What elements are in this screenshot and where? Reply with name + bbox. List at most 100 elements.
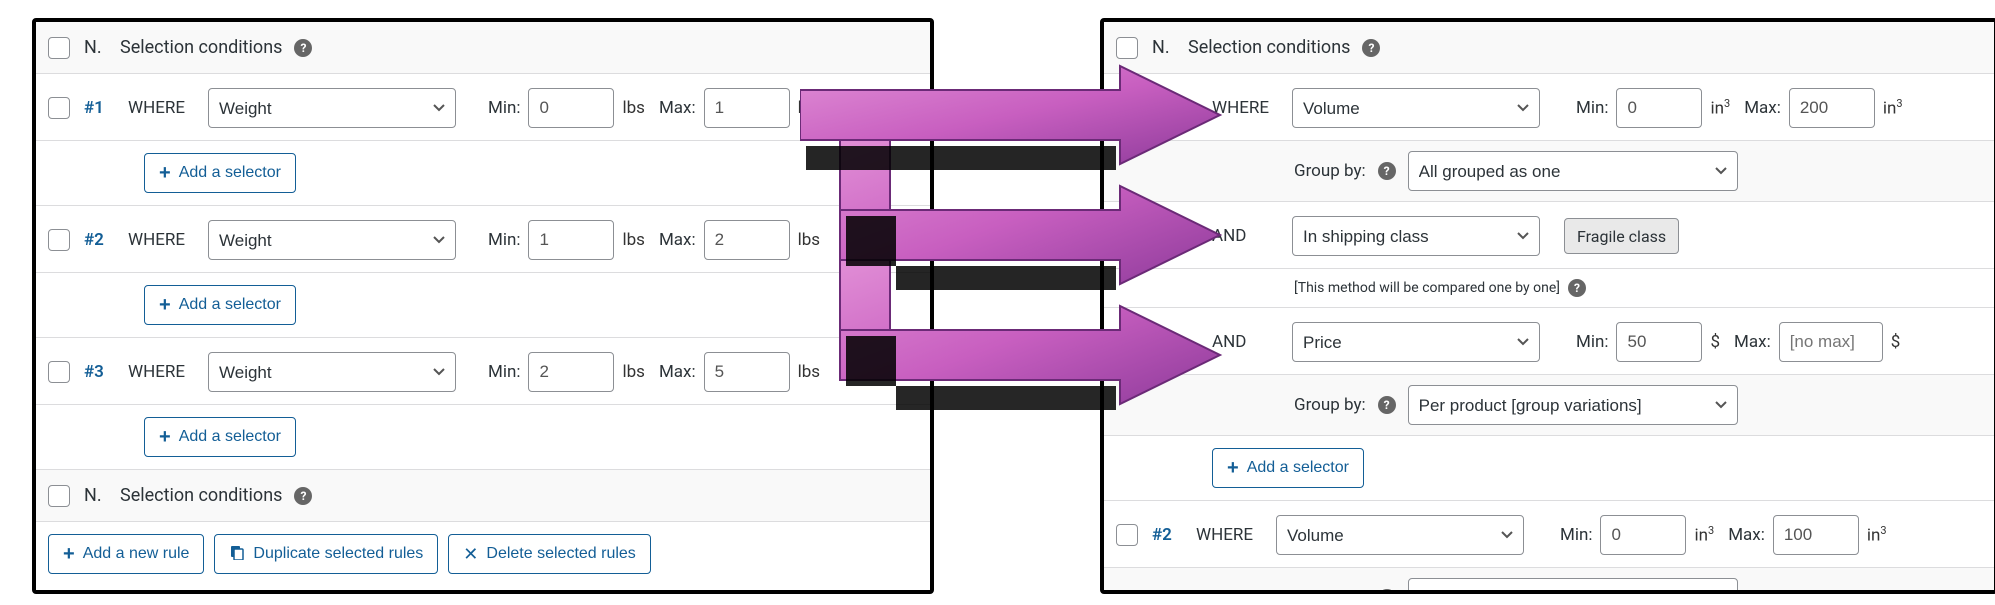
select-all-checkbox[interactable] (48, 485, 70, 507)
conditions-header: Selection conditions (120, 485, 282, 506)
unit-label: in3 (1710, 97, 1730, 119)
rule-row: WHERE Volume Min: in3 Max: in3 (1104, 74, 1994, 141)
min-label: Min: (488, 362, 520, 382)
max-label: Max: (659, 362, 696, 382)
delete-label: Delete selected rules (486, 545, 635, 563)
help-icon[interactable]: ? (294, 487, 312, 505)
unit-label: $ (1891, 332, 1901, 352)
select-all-checkbox[interactable] (48, 37, 70, 59)
condition-select[interactable]: Volume (1276, 515, 1524, 555)
help-icon[interactable]: ? (1378, 396, 1396, 414)
delete-rules-button[interactable]: ✕ Delete selected rules (448, 534, 651, 574)
add-rule-button[interactable]: + Add a new rule (48, 534, 204, 574)
max-input[interactable] (1779, 322, 1883, 362)
rule-number-link[interactable]: #1 (84, 98, 120, 118)
add-selector-button[interactable]: + Add a selector (144, 153, 296, 193)
actions-footer: + Add a new rule Duplicate selected rules… (36, 522, 930, 586)
min-input[interactable] (1600, 515, 1686, 555)
header-row: N. Selection conditions ? (36, 22, 930, 74)
max-input[interactable] (1773, 515, 1859, 555)
rule-row: #2 WHERE Weight Min: lbs Max: lbs (36, 206, 930, 273)
max-input[interactable] (704, 88, 790, 128)
rule-checkbox[interactable] (1116, 524, 1138, 546)
rule-row: #1 WHERE Weight Min: lbs Max: lbs (36, 74, 930, 141)
rule-number-link[interactable]: #3 (84, 362, 120, 382)
help-icon[interactable]: ? (1362, 39, 1380, 57)
condition-select[interactable]: Volume (1292, 88, 1540, 128)
group-by-label: Group by: (1294, 588, 1366, 594)
rule-row: #2 WHERE Volume Min: in3 Max: in3 (1104, 501, 1994, 568)
operator-label: WHERE (128, 362, 202, 382)
duplicate-rules-button[interactable]: Duplicate selected rules (214, 534, 438, 574)
add-selector-label: Add a selector (179, 164, 281, 182)
min-input[interactable] (528, 220, 614, 260)
max-label: Max: (1744, 98, 1781, 118)
condition-select[interactable]: Weight (208, 220, 456, 260)
group-by-row: Group by: ? None [no grouping] (1104, 568, 1994, 594)
unit-label: lbs (798, 98, 820, 118)
operator-label: WHERE (128, 230, 202, 250)
max-label: Max: (659, 230, 696, 250)
unit-label: lbs (622, 98, 644, 118)
max-input[interactable] (1789, 88, 1875, 128)
min-input[interactable] (1616, 322, 1702, 362)
condition-select[interactable]: Weight (208, 352, 456, 392)
conditions-header: Selection conditions (1188, 37, 1350, 58)
min-input[interactable] (528, 352, 614, 392)
help-icon[interactable]: ? (1378, 162, 1396, 180)
rules-panel-left: N. Selection conditions ? #1 WHERE Weigh… (32, 18, 934, 594)
shipping-class-chip[interactable]: Fragile class (1564, 218, 1679, 254)
plus-icon: + (159, 163, 171, 183)
add-selector-button[interactable]: +Add a selector (144, 417, 296, 457)
add-selector-label: Add a selector (179, 428, 281, 446)
group-by-select[interactable]: None [no grouping] (1408, 578, 1738, 594)
selector-row: +Add a selector (36, 273, 930, 338)
unit-label: lbs (622, 230, 644, 250)
unit-label: in3 (1883, 97, 1903, 119)
group-by-label: Group by: (1294, 161, 1366, 181)
duplicate-label: Duplicate selected rules (253, 545, 423, 563)
plus-icon: + (1227, 458, 1239, 478)
group-by-select[interactable]: All grouped as one (1408, 151, 1738, 191)
operator-label: WHERE (1212, 98, 1286, 118)
plus-icon: + (63, 544, 75, 564)
rule-number-link[interactable]: #2 (1152, 525, 1188, 545)
col-n-header: N. (84, 485, 120, 506)
condition-select[interactable]: Weight (208, 88, 456, 128)
rule-checkbox[interactable] (48, 229, 70, 251)
add-selector-label: Add a selector (179, 296, 281, 314)
copy-icon (229, 544, 245, 565)
rule-number-link[interactable]: #2 (84, 230, 120, 250)
select-all-checkbox[interactable] (1116, 37, 1138, 59)
group-by-row: Group by: ? All grouped as one (1104, 141, 1994, 202)
rule-checkbox[interactable] (48, 97, 70, 119)
help-icon[interactable]: ? (1378, 589, 1396, 594)
rule-row: AND Price Min: $ Max: $ (1104, 308, 1994, 375)
min-input[interactable] (528, 88, 614, 128)
group-by-label: Group by: (1294, 395, 1366, 415)
condition-select[interactable]: Price (1292, 322, 1540, 362)
min-input[interactable] (1616, 88, 1702, 128)
add-rule-label: Add a new rule (83, 545, 190, 563)
help-icon[interactable]: ? (294, 39, 312, 57)
selector-row: +Add a selector (1104, 436, 1994, 501)
unit-label: $ (1710, 332, 1720, 352)
unit-label: in3 (1694, 524, 1714, 546)
add-selector-button[interactable]: +Add a selector (1212, 448, 1364, 488)
rule-checkbox[interactable] (48, 361, 70, 383)
condition-select[interactable]: In shipping class (1292, 216, 1540, 256)
unit-label: lbs (798, 362, 820, 382)
min-label: Min: (1576, 98, 1608, 118)
min-label: Min: (488, 98, 520, 118)
max-input[interactable] (704, 352, 790, 392)
max-label: Max: (1728, 525, 1765, 545)
min-label: Min: (488, 230, 520, 250)
add-selector-button[interactable]: +Add a selector (144, 285, 296, 325)
close-icon: ✕ (463, 545, 478, 563)
operator-label: AND (1212, 226, 1286, 246)
operator-label: WHERE (128, 98, 202, 118)
rules-panel-right: N. Selection conditions ? WHERE Volume M… (1100, 18, 1995, 594)
group-by-select[interactable]: Per product [group variations] (1408, 385, 1738, 425)
max-input[interactable] (704, 220, 790, 260)
help-icon[interactable]: ? (1568, 279, 1586, 297)
